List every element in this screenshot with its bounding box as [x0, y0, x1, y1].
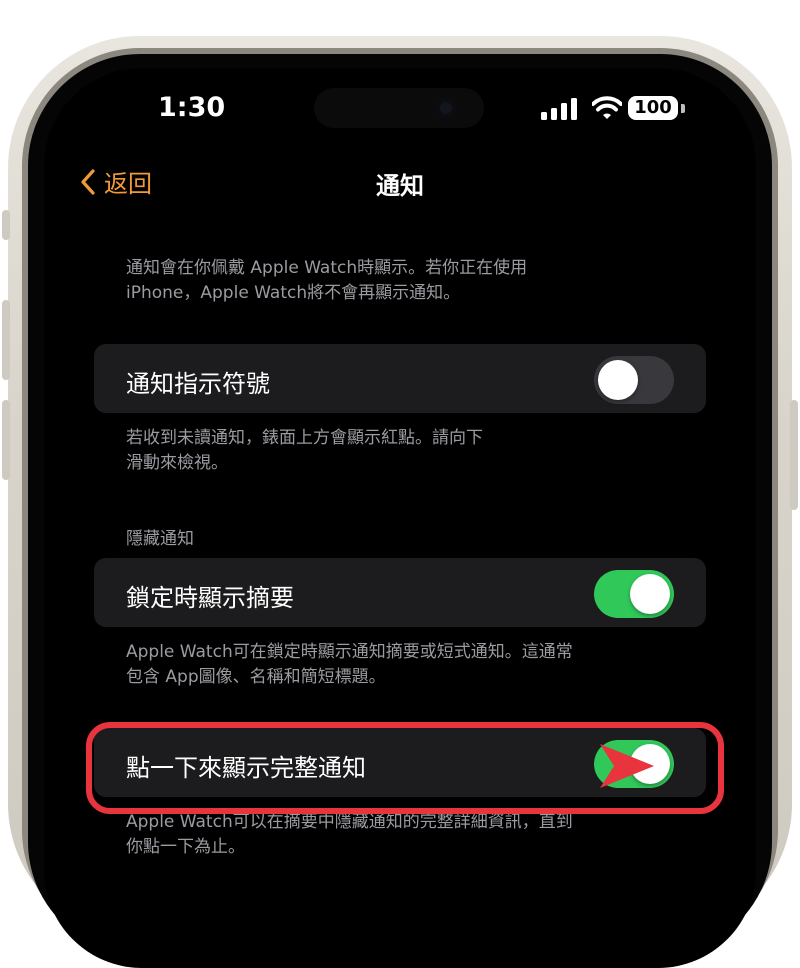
dynamic-island	[314, 88, 484, 128]
tap-full-note-line: 你點一下為止。	[126, 837, 245, 857]
row-summary-on-lock: 鎖定時顯示摘要	[94, 558, 706, 627]
indicator-note-line: 滑動來檢視。	[126, 453, 228, 473]
status-time: 1:30	[158, 92, 226, 123]
row-label: 鎖定時顯示摘要	[126, 584, 294, 612]
row-label: 點一下來顯示完整通知	[126, 754, 366, 782]
indicator-note-line: 若收到未讀通知，錶面上方會顯示紅點。請向下	[126, 428, 483, 448]
intro-note-line: 通知會在你佩戴 Apple Watch時顯示。若你正在使用	[126, 258, 528, 278]
arrow-pointer-icon	[600, 744, 654, 788]
summary-note-line: 包含 App圖像、名稱和簡短標題。	[126, 667, 386, 687]
cellular-signal-icon	[541, 98, 577, 120]
summary-on-lock-toggle[interactable]	[594, 570, 674, 618]
tap-full-note-line: Apple Watch可以在摘要中隱藏通知的完整詳細資訊，直到	[126, 812, 573, 832]
page-title: 通知	[376, 172, 424, 200]
wifi-icon	[592, 96, 622, 119]
notification-indicator-toggle[interactable]	[594, 356, 674, 404]
front-camera	[436, 98, 456, 118]
action-button	[2, 210, 10, 240]
volume-down-button	[2, 400, 10, 480]
intro-note: 通知會在你佩戴 Apple Watch時顯示。若你正在使用 iPhone，App…	[126, 256, 686, 306]
battery-icon: 100	[628, 96, 678, 120]
toggle-knob	[630, 574, 670, 614]
battery-tip	[681, 104, 685, 113]
intro-note-line: iPhone，Apple Watch將不會再顯示通知。	[126, 283, 461, 303]
summary-note: Apple Watch可在鎖定時顯示通知摘要或短式通知。這通常 包含 App圖像…	[126, 640, 726, 690]
side-button	[790, 400, 798, 510]
indicator-note: 若收到未讀通知，錶面上方會顯示紅點。請向下 滑動來檢視。	[126, 426, 686, 476]
row-notification-indicator: 通知指示符號	[94, 344, 706, 413]
row-label: 通知指示符號	[126, 370, 270, 398]
summary-note-line: Apple Watch可在鎖定時顯示通知摘要或短式通知。這通常	[126, 642, 573, 662]
screen: 1:30 100 返回 通知 通知會在你佩戴 Apple Watch時顯示。若你…	[44, 68, 756, 968]
volume-up-button	[2, 300, 10, 380]
status-bar: 1:30 100	[44, 68, 756, 148]
tap-full-note: Apple Watch可以在摘要中隱藏通知的完整詳細資訊，直到 你點一下為止。	[126, 810, 726, 860]
toggle-knob	[598, 360, 638, 400]
nav-bar: 返回 通知	[44, 158, 756, 208]
section-header-hide: 隱藏通知	[126, 529, 194, 549]
